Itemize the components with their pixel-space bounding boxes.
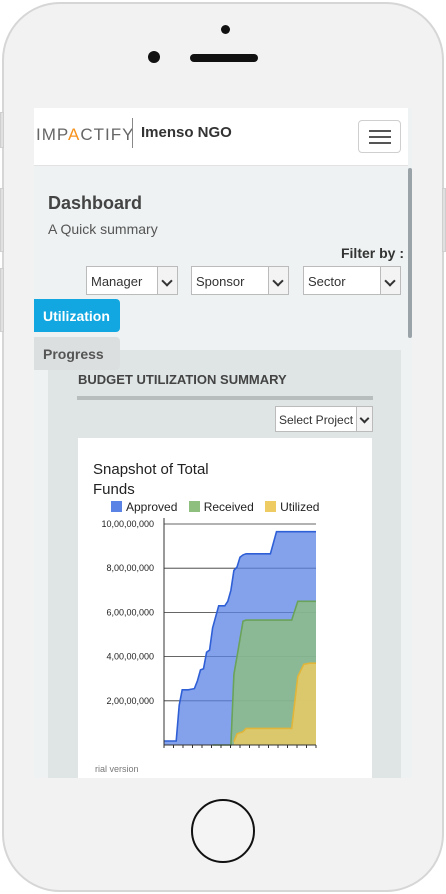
hamburger-icon-bar-top [369, 130, 391, 132]
phone-sensor [221, 25, 230, 34]
legend-label-received: Received [203, 500, 254, 514]
impactify-logo[interactable]: IMPACTIFY [36, 125, 134, 145]
page-title: Dashboard [48, 193, 143, 213]
page-scrollbar[interactable] [408, 168, 412, 338]
section-divider [77, 396, 373, 400]
manager-select-value: Manager [91, 274, 143, 289]
chevron-down-icon [380, 267, 400, 294]
legend-item-received[interactable]: Received [188, 500, 254, 514]
logo-divider [132, 118, 133, 148]
filter-label: Filter by : [340, 245, 404, 261]
phone-camera [148, 51, 160, 63]
phone-home-button[interactable] [191, 799, 255, 863]
legend-label-utilized: Utilized [280, 500, 320, 514]
sponsor-select[interactable]: Sponsor [191, 266, 289, 295]
phone-volume-down [0, 268, 4, 332]
legend-swatch-utilized [265, 501, 277, 512]
legend-swatch-received [188, 501, 200, 512]
legend-item-approved[interactable]: Approved [111, 500, 177, 514]
logo-text-suffix: CTIFY [80, 125, 135, 144]
chart-title: Snapshot of Total Funds [93, 461, 209, 498]
y-tick-label-3: 4,00,00,000 [106, 652, 154, 662]
page-subtitle: A Quick summary [48, 221, 158, 237]
sector-select-value: Sector [308, 274, 346, 289]
y-tick-label-2: 6,00,00,000 [106, 607, 154, 617]
phone-volume-up [0, 188, 4, 252]
manager-select[interactable]: Manager [86, 266, 178, 295]
legend-label-approved: Approved [126, 500, 178, 514]
y-tick-label-1: 8,00,00,000 [106, 563, 154, 573]
top-navbar: IMPACTIFY Imenso NGO [34, 108, 408, 166]
project-select[interactable]: Select Project [275, 406, 373, 432]
hamburger-menu-button[interactable] [358, 120, 401, 153]
chevron-down-icon [356, 407, 372, 431]
phone-speaker [190, 54, 258, 62]
legend-swatch-approved [111, 501, 122, 512]
y-tick-label-0: 10,00,00,000 [101, 519, 154, 529]
project-select-value: Select Project [279, 413, 354, 427]
y-tick-label-4: 2,00,00,000 [106, 696, 154, 706]
logo-text-accent: A [67, 125, 81, 144]
legend-item-utilized[interactable]: Utilized [265, 500, 319, 514]
trial-version-note: rial version [95, 764, 139, 774]
budget-section-title: BUDGET UTILIZATION SUMMARY [78, 372, 287, 387]
sector-select[interactable]: Sector [303, 266, 401, 295]
budget-panel: BUDGET UTILIZATION SUMMARY Select Projec… [48, 350, 401, 778]
chevron-down-icon [157, 267, 177, 294]
chevron-down-icon [268, 267, 288, 294]
sponsor-select-value: Sponsor [196, 274, 245, 289]
hamburger-icon-bar-bottom [369, 142, 391, 144]
phone-power-button [442, 188, 446, 252]
app-screen: IMPACTIFY Imenso NGO Dashboard A Quick s… [34, 108, 412, 778]
tab-utilization[interactable]: Utilization [34, 299, 120, 332]
hamburger-icon-bar-middle [369, 136, 391, 138]
org-name: Imenso NGO [141, 124, 232, 141]
funds-chart-card: 10,00,00,000 8,00,00,000 6,00,00,000 4,00,0… [78, 438, 372, 778]
phone-mute-switch [0, 112, 4, 148]
chart-legend: Approved Received Utilized [111, 500, 327, 514]
tab-progress[interactable]: Progress [34, 337, 120, 370]
logo-text-prefix: IMP [36, 125, 68, 144]
